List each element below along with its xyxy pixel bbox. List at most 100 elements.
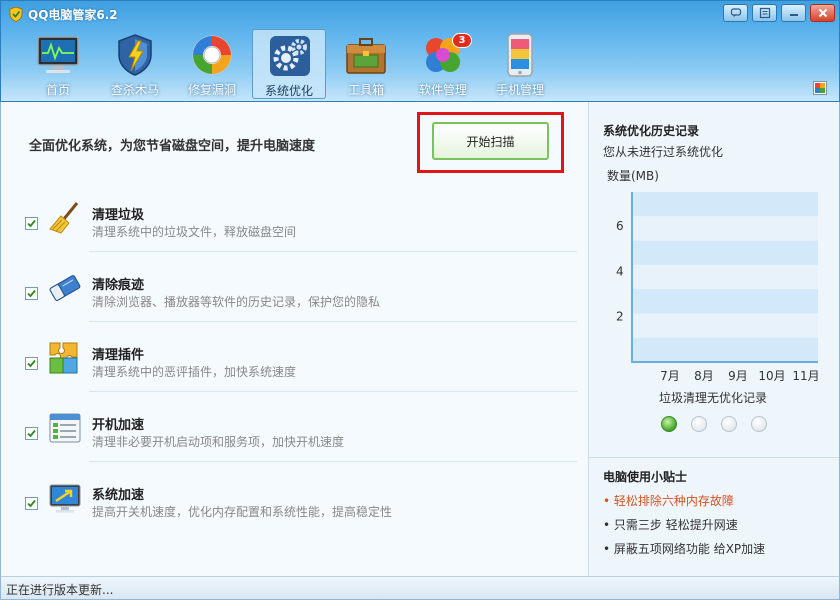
close-icon [818,8,827,18]
chart-grid-band [632,240,818,265]
feature-desc: 清理非必要开机启动项和服务项，加快开机速度 [92,435,345,449]
history-title: 系统优化历史记录 [603,124,700,138]
broom-icon [49,202,79,234]
tool-system-optimize[interactable]: 系统优化 [252,29,326,99]
tip-link[interactable]: • 屏蔽五项网络功能 给XP加速 [603,540,765,557]
checkmark-icon [27,289,36,298]
repair-ring-icon [192,35,232,75]
status-text: 正在进行版本更新... [6,583,114,597]
main-toolbar: 首页 查杀木马 修复漏洞 系统优化 工具箱 3 软件管理 手机管理 [21,29,560,99]
clean-plugins-checkbox[interactable] [25,357,38,370]
title-bar[interactable]: QQ电脑管家6.2 [1,1,839,27]
feature-name: 清理插件 [92,348,145,363]
feedback-button[interactable] [723,4,748,22]
tips-title: 电脑使用小贴士 [603,470,688,484]
tool-label: 修复漏洞 [187,83,236,97]
tool-home[interactable]: 首页 [21,29,95,99]
chart-grid-band [632,192,818,217]
clear-traces-checkbox[interactable] [25,287,38,300]
minimize-icon [789,14,798,16]
close-button[interactable] [810,4,835,22]
minimize-button[interactable] [781,4,806,22]
window-controls [723,4,835,22]
checkmark-icon [27,429,36,438]
tool-label: 首页 [45,83,70,97]
update-count-badge: 3 [452,33,472,48]
tool-software-manager[interactable]: 3 软件管理 [406,29,480,99]
start-scan-button[interactable]: 开始扫描 [432,122,549,160]
history-chart-svg: 2 4 6 7月 8月 9月 10月 11月 数量(MB) 垃圾清理无优化记录 [607,168,820,405]
carousel-dot[interactable] [751,416,767,432]
checkmark-icon [27,219,36,228]
carousel-dot[interactable] [661,416,677,432]
feature-clear-traces: 清除痕迹 清除浏览器、播放器等软件的历史记录，保护您的隐私 [1,252,589,322]
tip-link[interactable]: • 只需三步 轻松提升网速 [603,516,738,533]
tip-link[interactable]: • 轻松排除六种内存故障 [603,492,734,509]
history-panel: 系统优化历史记录 您从未进行过系统优化 2 4 6 7月 8月 9月 10月 11月 数量(… [588,102,840,576]
app-title: QQ电脑管家6.2 [28,8,118,22]
feature-desc: 提高开关机速度，优化内存配置和系统性能，提高稳定性 [92,505,393,519]
eraser-icon [49,275,81,301]
startup-list-icon [49,413,81,443]
header-bar: QQ电脑管家6.2 首页 查杀木马 修复漏洞 系统优化 工具箱 3 软件管理 手… [0,0,840,102]
feature-clean-junk: 清理垃圾 清理系统中的垃圾文件，释放磁盘空间 [1,182,589,252]
clean-junk-checkbox[interactable] [25,217,38,230]
checkmark-icon [27,359,36,368]
checkmark-icon [27,499,36,508]
puzzle-icon [49,342,78,374]
menu-button[interactable] [752,4,777,22]
chart-ytick-label: 4 [616,264,624,278]
tool-toolbox[interactable]: 工具箱 [329,29,403,99]
chart-xtick-label: 8月 [694,369,714,383]
chart-xtick-label: 9月 [728,369,748,383]
feature-desc: 清理系统中的恶评插件，加快系统速度 [92,365,297,379]
feature-name: 清除痕迹 [92,278,145,293]
chart-grid-band [632,313,818,338]
qq-shield-logo-icon [9,6,23,22]
system-speedup-checkbox[interactable] [25,497,38,510]
chart-grid-band [632,289,818,314]
carousel-dot[interactable] [721,416,737,432]
chart-ytick-label: 2 [616,310,624,324]
chart-xtick-label: 7月 [660,369,680,383]
chart-ylabel: 数量(MB) [607,168,659,183]
chart-grid-band [632,337,818,362]
skin-icon[interactable] [813,81,827,95]
feature-boot-speedup: 开机加速 清理非必要开机启动项和服务项，加快开机速度 [1,392,589,462]
history-subtitle: 您从未进行过系统优化 [603,145,724,159]
feature-desc: 清理系统中的垃圾文件，释放磁盘空间 [92,225,297,239]
gears-icon [270,36,310,76]
shield-lightning-icon [118,34,152,76]
tool-virus-scan[interactable]: 查杀木马 [98,29,172,99]
tool-fix-vulnerability[interactable]: 修复漏洞 [175,29,249,99]
monitor-icon [37,36,79,73]
intro-text: 全面优化系统，为您节省磁盘空间，提升电脑速度 [29,139,316,154]
status-bar: 正在进行版本更新... [0,576,840,600]
chart-grid-band [632,216,818,241]
chart-xtick-label: 11月 [792,369,819,383]
boot-speedup-checkbox[interactable] [25,427,38,440]
phone-icon [507,33,533,77]
tool-label: 工具箱 [347,83,384,97]
feature-name: 系统加速 [92,488,145,503]
feature-name: 清理垃圾 [92,208,145,223]
feature-desc: 清除浏览器、播放器等软件的历史记录，保护您的隐私 [92,295,381,309]
feature-system-speedup: 系统加速 提高开关机速度，优化内存配置和系统性能，提高稳定性 [1,462,589,532]
optimize-panel: 全面优化系统，为您节省磁盘空间，提升电脑速度 开始扫描 清理垃圾 清理系统中的垃… [0,102,588,576]
toolbox-icon [346,38,386,74]
menu-icon [759,7,770,19]
tool-label: 系统优化 [264,84,313,98]
feature-name: 开机加速 [92,418,145,433]
chat-bubble-icon [730,8,741,18]
feature-clean-plugins: 清理插件 清理系统中的恶评插件，加快系统速度 [1,322,589,392]
tool-phone-manager[interactable]: 手机管理 [483,29,557,99]
carousel-dots [661,416,767,432]
tool-label: 软件管理 [418,83,467,97]
tool-label: 查杀木马 [110,83,159,97]
chart-xtick-label: 10月 [758,369,785,383]
chart-caption: 垃圾清理无优化记录 [659,390,767,404]
divider [589,457,839,458]
tool-label: 手机管理 [495,83,544,97]
carousel-dot[interactable] [691,416,707,432]
monitor-arrow-icon [49,484,81,513]
